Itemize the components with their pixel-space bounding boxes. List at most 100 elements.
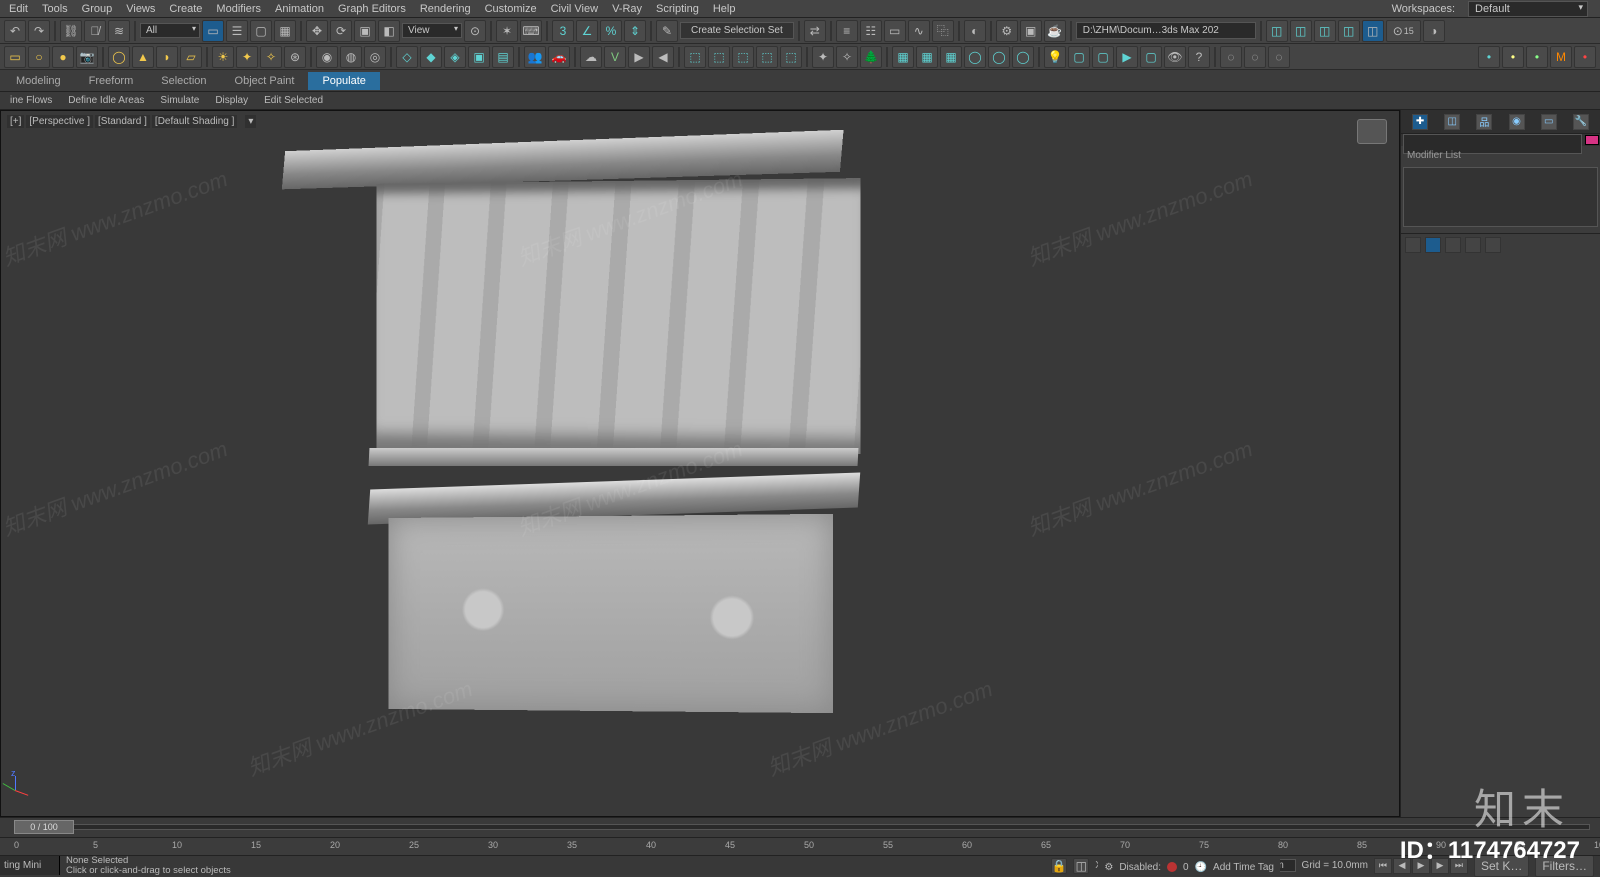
tool-d-button[interactable]: ⬚ [756, 46, 778, 68]
tree-icon[interactable]: 🌲 [860, 46, 882, 68]
goto-start-button[interactable]: ⏮ [1374, 858, 1392, 874]
layer-explorer-button[interactable]: ☷ [860, 20, 882, 42]
spinner-snap-button[interactable]: ⇕ [624, 20, 646, 42]
modify-tab-icon[interactable]: ◫ [1444, 114, 1460, 130]
menu-tools[interactable]: Tools [35, 3, 75, 15]
rect-select-button[interactable]: ▢ [250, 20, 272, 42]
make-unique-button[interactable] [1445, 237, 1461, 253]
create-sphere-button[interactable]: ● [52, 46, 74, 68]
align-button[interactable]: ≡ [836, 20, 858, 42]
grid-1-button[interactable]: ▦ [892, 46, 914, 68]
create-tab-icon[interactable]: ✚ [1412, 114, 1428, 130]
play-animation-button[interactable]: ▶ [1412, 858, 1430, 874]
iso-selection-icon[interactable]: ◫ [1073, 858, 1089, 874]
vray-light-button[interactable]: ◫ [1314, 20, 1336, 42]
snap-toggle-3-button[interactable]: 3 [552, 20, 574, 42]
key-filters-button[interactable]: Filters… [1535, 855, 1594, 877]
create-cone-button[interactable]: ▲ [132, 46, 154, 68]
angle-snap-button[interactable]: ∠ [576, 20, 598, 42]
grid-2-button[interactable]: ▦ [916, 46, 938, 68]
remove-mod-button[interactable] [1465, 237, 1481, 253]
link-button[interactable]: ⛓ [60, 20, 82, 42]
viewcube-icon[interactable] [1357, 119, 1387, 144]
play-button[interactable]: ▶ [628, 46, 650, 68]
lock-selection-icon[interactable]: 🔒 [1051, 858, 1067, 874]
menu-scripting[interactable]: Scripting [649, 3, 706, 15]
vray-hl-button[interactable]: ◫ [1362, 20, 1384, 42]
select-by-name-button[interactable]: ☰ [226, 20, 248, 42]
utilities-tab-icon[interactable]: 🔧 [1573, 114, 1589, 130]
color-tool-2-button[interactable]: • [1502, 46, 1524, 68]
vray-cam-button[interactable]: ◫ [1338, 20, 1360, 42]
vray-asset-button[interactable]: ◫ [1266, 20, 1288, 42]
ribbon-tab-modeling[interactable]: Modeling [2, 72, 75, 90]
tool-a-button[interactable]: ⬚ [684, 46, 706, 68]
light-free-button[interactable]: ⊛ [284, 46, 306, 68]
menu-group[interactable]: Group [75, 3, 120, 15]
keyboard-shortcut-button[interactable]: ⌨ [520, 20, 542, 42]
sub-simulate[interactable]: Simulate [152, 94, 207, 107]
help-icon[interactable]: ? [1188, 46, 1210, 68]
time-slider-thumb[interactable]: 0 / 100 [14, 820, 74, 834]
selection-filter-dropdown[interactable]: All [140, 23, 200, 38]
named-selection-dropdown[interactable]: Create Selection Set [680, 22, 794, 39]
grid-3-button[interactable]: ▦ [940, 46, 962, 68]
redo-button[interactable]: ↷ [28, 20, 50, 42]
clock-icon[interactable]: 🕘 [1195, 862, 1207, 873]
ref-coord-dropdown[interactable]: View [402, 23, 462, 38]
percent-snap-button[interactable]: % [600, 20, 622, 42]
modifier-4-button[interactable]: ▣ [468, 46, 490, 68]
menu-edit[interactable]: Edit [2, 3, 35, 15]
create-plane-button[interactable]: ▱ [180, 46, 202, 68]
create-torus-button[interactable]: ◯ [108, 46, 130, 68]
material-editor-button[interactable]: ◐ [964, 20, 986, 42]
render-frame-button[interactable]: ▣ [1020, 20, 1042, 42]
modifier-stack[interactable] [1403, 167, 1598, 227]
curve-editor-button[interactable]: ∿ [908, 20, 930, 42]
menu-modifiers[interactable]: Modifiers [209, 3, 268, 15]
square-1-button[interactable]: ▢ [1068, 46, 1090, 68]
light-direct-button[interactable]: ✧ [260, 46, 282, 68]
schematic-view-button[interactable]: ⿻ [932, 20, 954, 42]
placement-button[interactable]: ◧ [378, 20, 400, 42]
object-color-swatch[interactable] [1585, 135, 1599, 145]
manipulate-button[interactable]: ✶ [496, 20, 518, 42]
perspective-viewport[interactable]: [+] [Perspective ] [Standard ] [Default … [0, 110, 1400, 817]
undo-button[interactable]: ↶ [4, 20, 26, 42]
ribbon-tab-selection[interactable]: Selection [147, 72, 220, 90]
circ-3-button[interactable]: ◯ [1012, 46, 1034, 68]
window-crossing-button[interactable]: ▦ [274, 20, 296, 42]
show-end-result-button[interactable] [1425, 237, 1441, 253]
modifier-2-button[interactable]: ◆ [420, 46, 442, 68]
bind-space-warp-button[interactable]: ≋ [108, 20, 130, 42]
color-tool-1-button[interactable]: • [1478, 46, 1500, 68]
ribbon-tab-populate[interactable]: Populate [308, 72, 379, 90]
ring-2-button[interactable]: ◌ [1244, 46, 1266, 68]
render-net-button[interactable]: ☁ [580, 46, 602, 68]
ring-3-button[interactable]: ◌ [1268, 46, 1290, 68]
vray-fb-button[interactable]: ◫ [1290, 20, 1312, 42]
square-3-button[interactable]: ▢ [1140, 46, 1162, 68]
modifier-list-label[interactable]: Modifier List [1401, 146, 1600, 165]
ribbon-tab-freeform[interactable]: Freeform [75, 72, 148, 90]
vp-teapot-icon[interactable]: ▾ [245, 115, 256, 128]
vp-std[interactable]: [Standard ] [95, 115, 150, 128]
bulb-icon[interactable]: 💡 [1044, 46, 1066, 68]
menu-help[interactable]: Help [706, 3, 743, 15]
menu-rendering[interactable]: Rendering [413, 3, 478, 15]
motion-tab-icon[interactable]: ◉ [1509, 114, 1525, 130]
set-key-button[interactable]: Set K… [1474, 855, 1529, 877]
create-camera-button[interactable]: 📷 [76, 46, 98, 68]
vp-view[interactable]: [Perspective ] [26, 115, 93, 128]
tool-b-button[interactable]: ⬚ [708, 46, 730, 68]
menu-customize[interactable]: Customize [478, 3, 544, 15]
pivot-button[interactable]: ⊙ [464, 20, 486, 42]
vray-logo-icon[interactable]: V [604, 46, 626, 68]
light-2-button[interactable]: ✧ [836, 46, 858, 68]
rotate-button[interactable]: ⟳ [330, 20, 352, 42]
move-button[interactable]: ✥ [306, 20, 328, 42]
timeline-ruler[interactable]: 0510152025303540455055606570758085909510… [0, 837, 1600, 855]
color-tool-3-button[interactable]: • [1526, 46, 1548, 68]
circ-2-button[interactable]: ◯ [988, 46, 1010, 68]
next-frame-button[interactable]: ▶ [1431, 858, 1449, 874]
